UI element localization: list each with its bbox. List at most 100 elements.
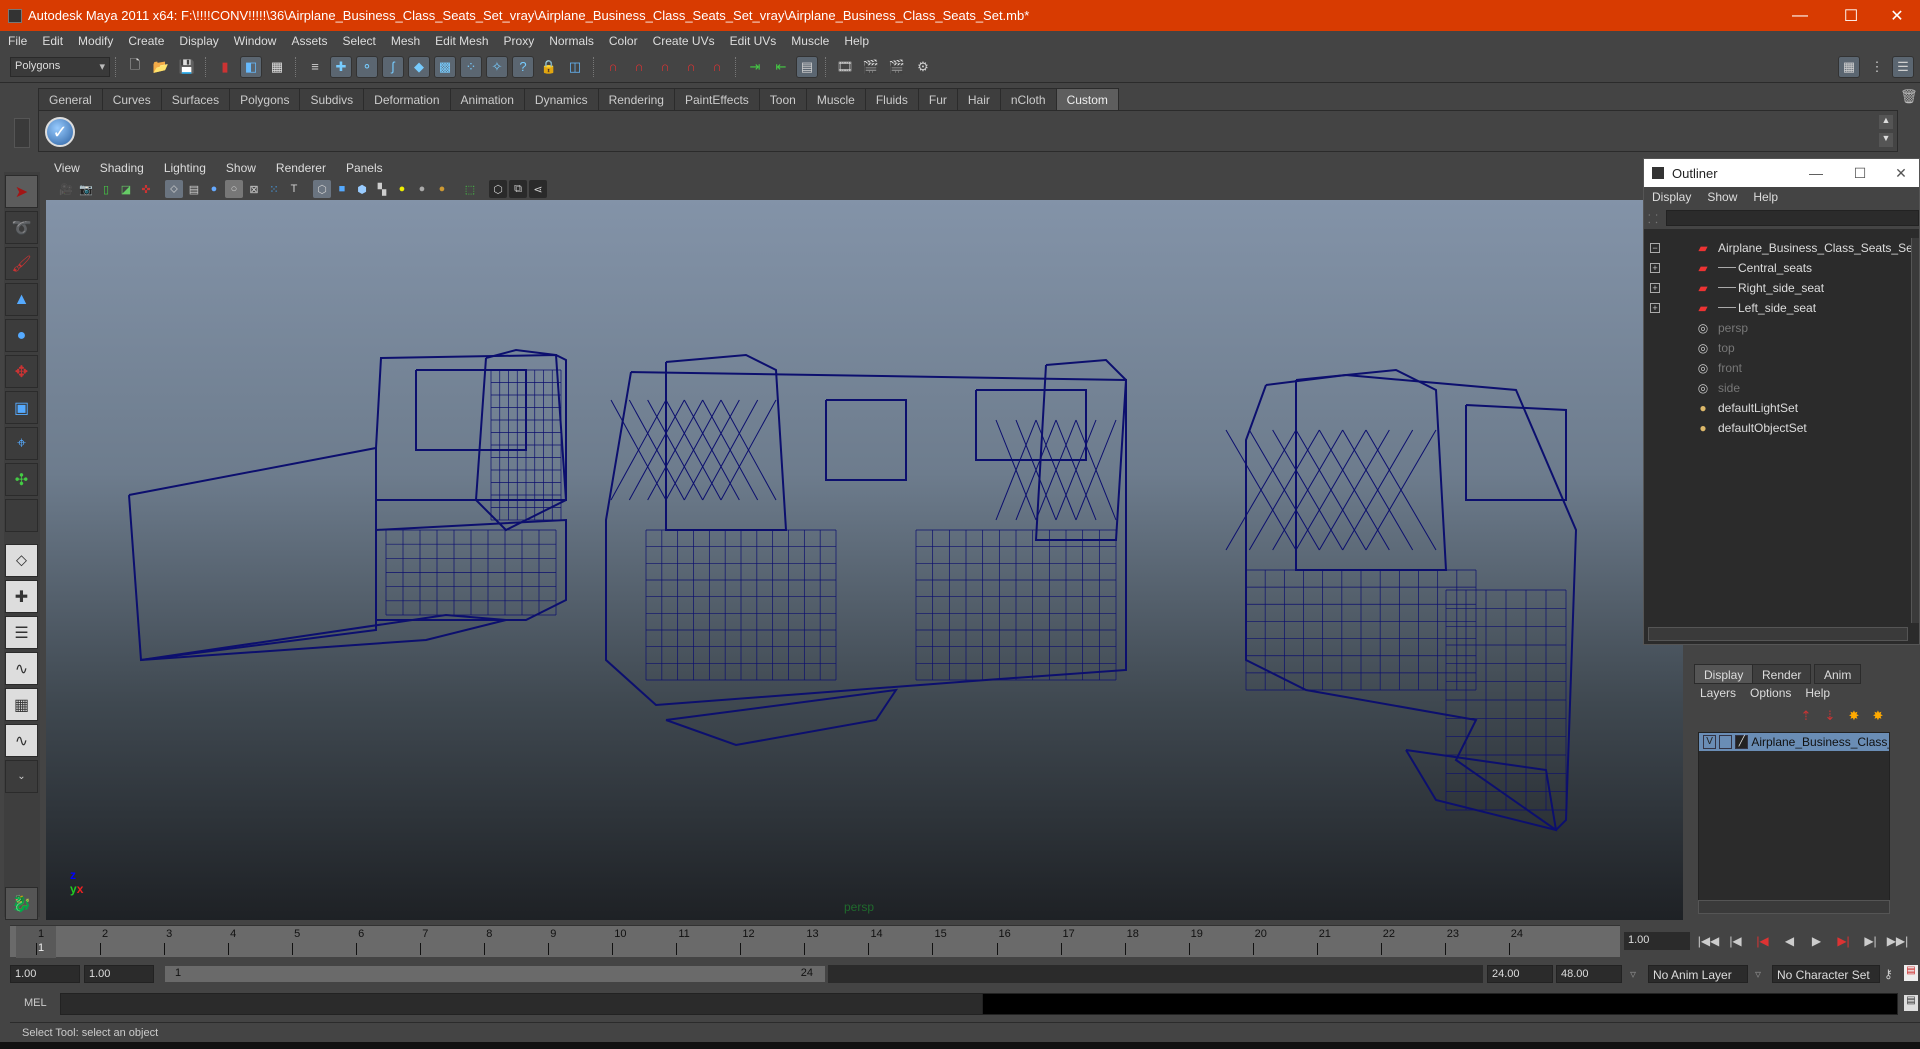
mel-command-input[interactable] (60, 993, 985, 1015)
field-chart-icon[interactable]: ⊠ (245, 180, 263, 198)
select-by-object-icon[interactable]: ◧ (240, 55, 262, 78)
shelf-tab-fur[interactable]: Fur (917, 88, 958, 110)
wireframe-icon[interactable]: ⬡ (313, 180, 331, 198)
soft-modification-icon[interactable]: ⌖ (5, 427, 38, 460)
shelf-tab-dynamics[interactable]: Dynamics (523, 88, 599, 110)
persp-graph-layout-icon[interactable]: ∿ (5, 652, 38, 685)
show-manipulator-icon[interactable]: ✣ (5, 463, 38, 496)
textured-icon[interactable]: ▚ (373, 180, 391, 198)
snap-grid-icon[interactable]: ∩ (602, 56, 624, 78)
playback-end-time-field[interactable]: 24.00 (1487, 965, 1553, 983)
hypershade-persp-layout-icon[interactable]: ▦ (5, 688, 38, 721)
shelf-trash-icon[interactable]: 🗑 (1900, 88, 1918, 105)
outliner-item[interactable]: ◎ side (1646, 378, 1911, 398)
render-view-icon[interactable]: 🎞 (834, 56, 856, 78)
last-tool-slot[interactable] (5, 499, 38, 532)
single-perspective-layout-icon[interactable]: ⬦ (5, 544, 38, 577)
anim-layer-selector[interactable]: No Anim Layer (1648, 965, 1748, 983)
shelf-tab-muscle[interactable]: Muscle (805, 88, 866, 110)
maximize-button[interactable]: ☐ (1828, 0, 1874, 31)
auto-key-icon[interactable]: ⚷ (1884, 967, 1893, 981)
menu-edit-uvs[interactable]: Edit UVs (730, 34, 777, 48)
animation-start-time-field[interactable]: 1.00 (10, 965, 80, 983)
time-slider[interactable]: 1 1 2 3 4 5 6 7 8 9 10 11 12 13 14 15 16 17 18 19 20 21 22 23 2… (10, 925, 1620, 958)
viewport-menu-show[interactable]: Show (226, 161, 256, 175)
snap-curve-icon[interactable]: ∩ (628, 56, 650, 78)
isolate-select-icon[interactable]: ⬚ (461, 180, 479, 198)
select-joints-icon[interactable]: ⚬ (356, 55, 378, 78)
four-view-layout-icon[interactable]: ✚ (5, 580, 38, 613)
playback-start-time-field[interactable]: 1.00 (84, 965, 154, 983)
select-handles-icon[interactable]: ✚ (330, 55, 352, 78)
menu-create-uvs[interactable]: Create UVs (653, 34, 715, 48)
menu-muscle[interactable]: Muscle (791, 34, 829, 48)
layout-options-dropdown-icon[interactable]: ⌄ (5, 760, 38, 793)
outliner-item[interactable]: ◎ persp (1646, 318, 1911, 338)
layer-tab-anim[interactable]: Anim (1814, 664, 1862, 684)
shelf-tab-hair[interactable]: Hair (956, 88, 1001, 110)
viewport-menu-renderer[interactable]: Renderer (276, 161, 326, 175)
universal-manipulator-icon[interactable]: ▣ (5, 391, 38, 424)
outliner-horizontal-scrollbar[interactable] (1648, 627, 1908, 641)
shelf-tab-ncloth[interactable]: nCloth (999, 88, 1057, 110)
save-scene-icon[interactable]: 💾 (176, 56, 198, 78)
shelf-tab-polygons[interactable]: Polygons (229, 88, 301, 110)
command-language-label[interactable]: MEL (24, 997, 47, 1009)
high-quality-icon[interactable]: ● (433, 180, 451, 198)
layer-horizontal-scrollbar[interactable] (1698, 900, 1890, 914)
shelf-tab-curves[interactable]: Curves (101, 88, 162, 110)
paint-select-tool-icon[interactable]: 🖌 (5, 247, 38, 280)
select-camera-icon[interactable]: 🎥 (57, 180, 75, 198)
scale-tool-icon[interactable]: ✥ (5, 355, 38, 388)
current-time-field[interactable]: 1.00 (1624, 932, 1690, 950)
highlight-selection-icon[interactable]: ◫ (564, 56, 586, 78)
shelf-tab-animation[interactable]: Animation (449, 88, 525, 110)
render-settings-icon[interactable]: ⚙ (912, 56, 934, 78)
menu-normals[interactable]: Normals (549, 34, 594, 48)
output-operations-icon[interactable]: ⇤ (770, 56, 792, 78)
outliner-item[interactable]: ● defaultLightSet (1646, 398, 1911, 418)
layer-menu-options[interactable]: Options (1750, 686, 1791, 700)
maya-logo-icon[interactable]: 🐉 (5, 887, 38, 920)
menu-edit[interactable]: Edit (42, 34, 63, 48)
viewport-menu-lighting[interactable]: Lighting (164, 161, 206, 175)
menu-select[interactable]: Select (342, 34, 375, 48)
shelf-check-button-icon[interactable]: ✓ (45, 117, 75, 147)
shelf-tab-toon[interactable]: Toon (758, 88, 807, 110)
make-live-icon[interactable]: ∩ (706, 56, 728, 78)
outliner-vertical-scrollbar[interactable] (1911, 238, 1919, 623)
select-surfaces-icon[interactable]: ◆ (408, 55, 430, 78)
character-set-dropdown-icon[interactable]: ▿ (1755, 967, 1761, 981)
layer-visibility-toggle[interactable]: V (1703, 735, 1717, 749)
rotate-tool-icon[interactable]: ● (5, 319, 38, 352)
outliner-search-input[interactable] (1665, 210, 1919, 226)
step-forward-frame-button[interactable]: ▶| (1857, 934, 1884, 948)
shadows-icon[interactable]: ● (413, 180, 431, 198)
shelf-tab-general[interactable]: General (38, 88, 103, 110)
open-scene-icon[interactable]: 📂 (150, 56, 172, 78)
share-icon[interactable]: ⋖ (529, 180, 547, 198)
play-forwards-button[interactable]: ▶ (1803, 934, 1830, 948)
layer-display-type-toggle[interactable] (1719, 735, 1733, 749)
outliner-item[interactable]: + ▰ Central_seats (1646, 258, 1911, 278)
xray-joints-icon[interactable]: ⧉ (509, 180, 527, 198)
animation-preferences-icon[interactable]: ▤ (1904, 965, 1918, 981)
safe-title-icon[interactable]: T (285, 180, 303, 198)
menu-file[interactable]: File (8, 34, 27, 48)
select-deformations-icon[interactable]: ▩ (434, 55, 456, 78)
filter-options-icon[interactable]: ⸬ (1648, 210, 1658, 227)
script-editor-icon[interactable]: ▤ (1904, 995, 1918, 1011)
menu-color[interactable]: Color (609, 34, 638, 48)
create-layer-from-selected-icon[interactable]: ✸ (1866, 708, 1890, 724)
perspective-viewport[interactable]: z yx persp (46, 200, 1683, 920)
two-d-pan-zoom-icon[interactable]: ✜ (137, 180, 155, 198)
image-plane-icon[interactable]: ◪ (117, 180, 135, 198)
safe-action-icon[interactable]: ⁙ (265, 180, 283, 198)
menu-window[interactable]: Window (234, 34, 277, 48)
select-rendering-icon[interactable]: ✧ (486, 55, 508, 78)
expand-icon[interactable]: + (1650, 303, 1660, 313)
gate-mask-icon[interactable]: ○ (225, 180, 243, 198)
select-by-hierarchy-icon[interactable]: ▮ (214, 56, 236, 78)
snap-view-plane-icon[interactable]: ∩ (680, 56, 702, 78)
mask-dropdown-icon[interactable]: ≡ (304, 56, 326, 78)
